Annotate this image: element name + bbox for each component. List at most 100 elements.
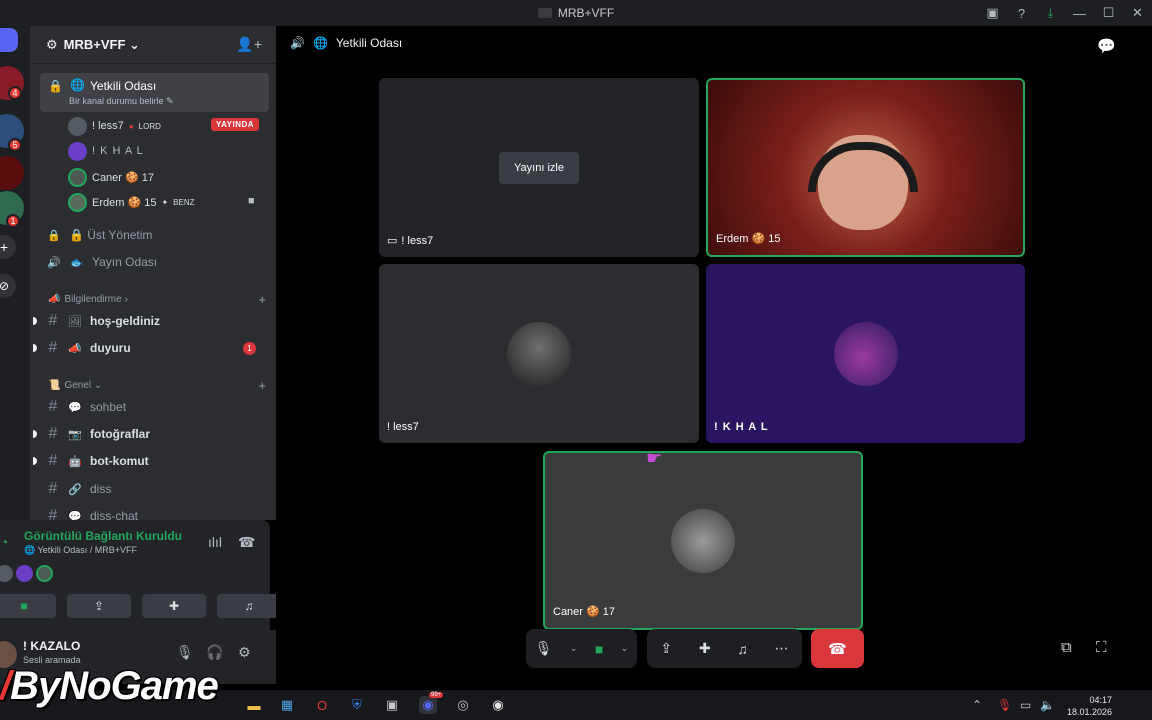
voice-member[interactable]: Caner 🍪 17 bbox=[68, 167, 154, 187]
username[interactable]: ! KAZALO bbox=[23, 639, 80, 653]
signal-icon[interactable]: ◔ bbox=[0, 534, 8, 550]
disconnect-icon[interactable]: ☎ bbox=[238, 534, 255, 551]
volume-icon[interactable]: 🔈 bbox=[1040, 698, 1055, 712]
chevron-down-icon[interactable]: ⌄ bbox=[621, 643, 629, 654]
minimize-button[interactable]: — bbox=[1065, 0, 1094, 26]
popout-icon[interactable]: ⧉ bbox=[1061, 639, 1072, 656]
text-channel-diss[interactable]: # 🔗 diss bbox=[46, 478, 268, 500]
tile-label: ! less7 bbox=[401, 234, 434, 247]
defender-icon[interactable]: ⛨ bbox=[348, 696, 366, 714]
chevron-down-icon[interactable]: ⌄ bbox=[570, 643, 578, 654]
avatar bbox=[507, 321, 571, 386]
tile-label: Caner 🍪 17 bbox=[553, 606, 616, 618]
channel-header: 🔊 🌐 Yetkili Odası bbox=[290, 36, 402, 50]
text-channel-sohbet[interactable]: # 💬 sohbet bbox=[46, 396, 268, 418]
server-gear-icon: ⚙ bbox=[46, 36, 58, 52]
connection-channel[interactable]: 🌐 Yetkili Odası / MRB+VFF bbox=[24, 545, 137, 556]
maximize-button[interactable]: ☐ bbox=[1094, 0, 1123, 26]
microphone-icon[interactable]: 🎙 bbox=[535, 640, 553, 657]
channel-emoji-icon: 🖼 bbox=[68, 315, 82, 328]
channel-emoji-icon: 📷 bbox=[68, 428, 82, 441]
soundboard-button[interactable]: ♫ bbox=[217, 594, 281, 618]
close-button[interactable]: ✕ bbox=[1123, 0, 1152, 26]
screen-share-button[interactable]: ⇪ bbox=[67, 594, 131, 618]
activities-button[interactable]: ✚ bbox=[142, 594, 206, 618]
help-icon[interactable]: ? bbox=[1007, 0, 1036, 26]
text-channel-fotograflar[interactable]: # 📷 fotoğraflar bbox=[46, 423, 268, 445]
invite-icon[interactable]: 👤+ bbox=[236, 36, 262, 53]
video-tile[interactable]: Yayını izle ▭ ! less7 bbox=[379, 78, 699, 257]
server-icon[interactable] bbox=[0, 156, 24, 190]
unread-indicator bbox=[33, 457, 37, 465]
category-genel[interactable]: 📜 Genel ⌄ + bbox=[48, 378, 266, 393]
text-channel-hos-geldiniz[interactable]: # 🖼 hoş-geldiniz bbox=[46, 310, 268, 332]
game-icon[interactable]: ◎ bbox=[454, 696, 472, 714]
video-tile[interactable]: Caner 🍪 17 bbox=[543, 451, 863, 630]
clock[interactable]: 04:17 18.01.2026 bbox=[1067, 690, 1112, 718]
video-tile[interactable]: ! less7 bbox=[379, 264, 699, 443]
camera-icon[interactable]: ■ bbox=[595, 641, 603, 657]
voice-channel-ust-yonetim[interactable]: 🔒 🔒 Üst Yönetim bbox=[46, 224, 268, 246]
voice-member[interactable]: ! K H A L bbox=[68, 141, 144, 161]
explore-icon[interactable]: ⊘ bbox=[0, 274, 16, 298]
explorer-icon[interactable]: ▬ bbox=[245, 696, 263, 714]
category-bilgilendirme[interactable]: 📣 Bilgilendirme › + bbox=[48, 292, 266, 307]
app-icon bbox=[537, 8, 552, 18]
text-channel-bot-komut[interactable]: # 🤖 bot-komut bbox=[46, 450, 268, 472]
settings-icon[interactable]: ⚙ bbox=[238, 644, 251, 661]
microphone-icon[interactable]: 🎙 bbox=[176, 644, 194, 661]
terminal-icon[interactable]: ▣ bbox=[383, 696, 401, 714]
fullscreen-icon[interactable]: ⛶ bbox=[1096, 639, 1107, 656]
text-channel-duyuru[interactable]: # 📣 duyuru 1 bbox=[46, 337, 268, 359]
download-icon[interactable]: ⤓ bbox=[1036, 0, 1065, 26]
obs-icon[interactable]: ◉ bbox=[489, 696, 507, 714]
headphones-shape bbox=[808, 142, 918, 192]
window-title: MRB+VFF bbox=[557, 6, 615, 20]
channel-status[interactable]: Bir kanal durumu belirle ✎ bbox=[69, 96, 174, 107]
add-channel-icon[interactable]: + bbox=[258, 378, 266, 393]
more-icon[interactable]: ⋯ bbox=[775, 640, 789, 657]
tray-mic-icon[interactable]: 🎙 bbox=[997, 698, 1012, 712]
video-tile[interactable]: ! K H A L bbox=[706, 264, 1025, 443]
discord-icon[interactable]: ◉ bbox=[419, 696, 437, 714]
add-server-icon[interactable]: + bbox=[0, 235, 16, 259]
store-icon[interactable]: ▦ bbox=[278, 696, 296, 714]
screen-share-icon[interactable]: ⇪ bbox=[660, 640, 672, 657]
network-icon[interactable]: ▭ bbox=[1020, 698, 1031, 712]
unread-indicator bbox=[33, 317, 37, 325]
voice-channel-yetkili-odasi[interactable]: 🔒 🌐 Yetkili Odası Bir kanal durumu belir… bbox=[40, 73, 269, 112]
channel-emoji-icon: 🐟 bbox=[70, 256, 84, 269]
activities-icon[interactable]: ✚ bbox=[699, 640, 711, 657]
tile-label: ! K H A L bbox=[714, 421, 769, 433]
video-tile[interactable]: Erdem 🍪 15 bbox=[706, 78, 1025, 257]
channel-emoji-icon: 📣 bbox=[68, 342, 82, 355]
activity-controls: ⇪ ✚ ♫ ⋯ bbox=[647, 629, 802, 668]
add-channel-icon[interactable]: + bbox=[258, 292, 266, 307]
server-header[interactable]: ⚙ MRB+VFF ⌄ 👤+ bbox=[30, 26, 276, 64]
megaphone-icon: 📣 bbox=[48, 294, 61, 305]
tray-chevron-icon[interactable]: ⌃ bbox=[972, 698, 982, 712]
channel-emoji-icon: 💬 bbox=[68, 510, 82, 521]
soundboard-icon[interactable]: ♫ bbox=[737, 641, 748, 657]
server-name: MRB+VFF ⌄ bbox=[63, 36, 140, 52]
avatar bbox=[68, 141, 87, 161]
leave-call-button[interactable]: ☎ bbox=[811, 629, 864, 668]
opera-icon[interactable]: O bbox=[313, 696, 331, 714]
noise-suppression-icon[interactable]: ılıl bbox=[208, 534, 222, 550]
voice-member[interactable]: ! less7 ● LORD bbox=[68, 116, 161, 136]
member-name: Caner 🍪 17 bbox=[92, 171, 155, 184]
unread-badge: 4 bbox=[8, 86, 22, 100]
chat-icon[interactable]: 💬 bbox=[1097, 37, 1116, 55]
hash-icon: # bbox=[48, 425, 58, 442]
voice-member[interactable]: Erdem 🍪 15 ✦ BENZ bbox=[68, 192, 195, 212]
discord-home-icon[interactable] bbox=[0, 28, 18, 52]
screen-icon: ▭ bbox=[387, 235, 398, 247]
text-channel-diss-chat[interactable]: # 💬 diss-chat bbox=[46, 505, 268, 520]
inbox-icon[interactable]: ▣ bbox=[978, 0, 1007, 26]
voice-channel-yayin-odasi[interactable]: 🔊 🐟 Yayın Odası bbox=[46, 251, 268, 273]
watch-stream-button[interactable]: Yayını izle bbox=[499, 152, 579, 184]
live-badge: YAYINDA bbox=[211, 118, 260, 131]
unread-badge: 1 bbox=[6, 214, 20, 228]
headphones-icon[interactable]: 🎧 bbox=[206, 644, 223, 661]
camera-button[interactable]: ■ bbox=[0, 594, 56, 618]
